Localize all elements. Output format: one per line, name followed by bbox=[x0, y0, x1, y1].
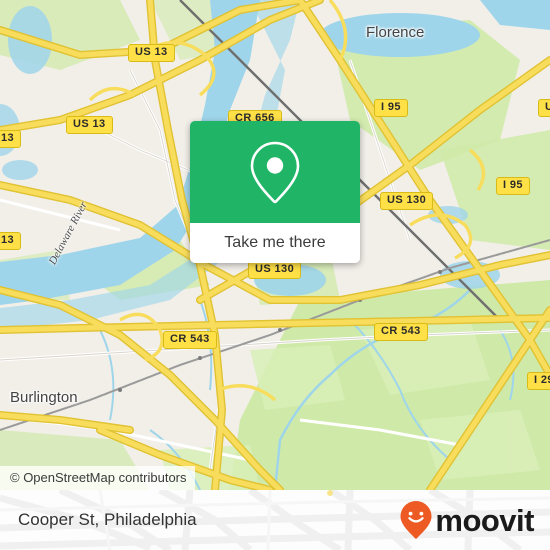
moovit-map-screen: Florence Burlington Delaware River US 13… bbox=[0, 0, 550, 550]
highway-shield[interactable]: US 130 bbox=[248, 261, 302, 279]
moovit-brand[interactable]: moovit bbox=[399, 490, 534, 550]
highway-shield[interactable]: US 13 bbox=[128, 44, 175, 62]
highway-shield[interactable]: I 95 bbox=[496, 177, 530, 195]
location-title: Cooper St, Philadelphia bbox=[18, 510, 197, 529]
highway-shield[interactable]: 13 bbox=[0, 232, 22, 250]
map-pin-icon bbox=[250, 141, 300, 204]
location-popup-card[interactable]: Take me there bbox=[190, 121, 360, 263]
bottom-bar: Cooper St, Philadelphia moovit bbox=[0, 490, 550, 550]
highway-shield[interactable]: 13 bbox=[0, 130, 22, 148]
take-me-there-button[interactable]: Take me there bbox=[190, 223, 360, 263]
highway-shield[interactable]: CR 543 bbox=[374, 323, 428, 341]
map-attribution[interactable]: © OpenStreetMap contributors bbox=[0, 466, 195, 490]
highway-shield[interactable]: US 130 bbox=[380, 192, 434, 210]
highway-shield[interactable]: I 95 bbox=[374, 99, 408, 117]
moovit-wordmark: moovit bbox=[435, 502, 534, 538]
highway-shield[interactable]: CR 543 bbox=[163, 331, 217, 349]
highway-shield[interactable]: US bbox=[538, 99, 550, 117]
highway-shield[interactable]: US 13 bbox=[66, 116, 113, 134]
popup-image-area bbox=[190, 121, 360, 223]
highway-shield[interactable]: I 295 bbox=[527, 372, 550, 390]
take-me-there-label: Take me there bbox=[224, 234, 326, 251]
moovit-smiley-pin-icon bbox=[400, 501, 432, 539]
